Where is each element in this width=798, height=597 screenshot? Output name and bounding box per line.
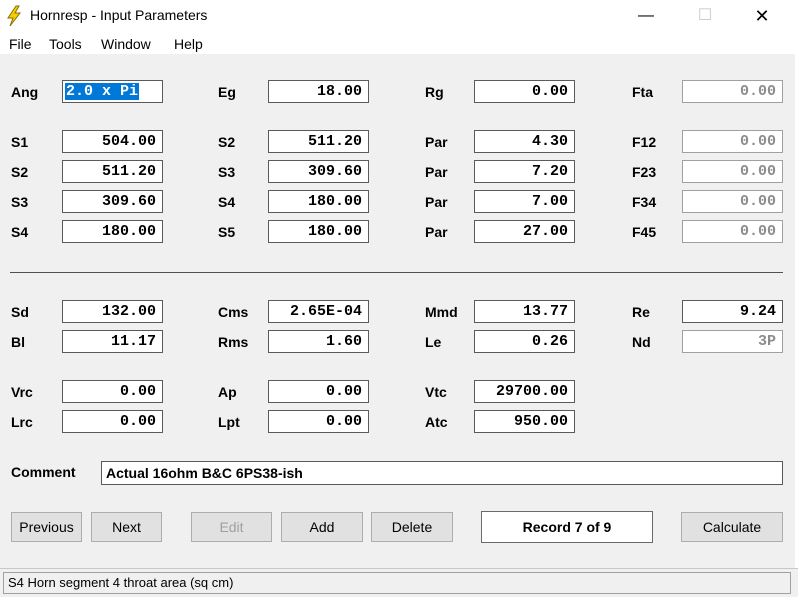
- label-vtc: Vtc: [425, 384, 447, 400]
- field-le[interactable]: 0.26: [474, 330, 575, 353]
- field-nd: 3P: [682, 330, 783, 353]
- label-par-1: Par: [425, 134, 448, 150]
- field-cms[interactable]: 2.65E-04: [268, 300, 369, 323]
- field-f23: 0.00: [682, 160, 783, 183]
- field-mmd[interactable]: 13.77: [474, 300, 575, 323]
- label-f45: F45: [632, 224, 657, 240]
- menu-help[interactable]: Help: [174, 36, 203, 52]
- label-ang: Ang: [11, 84, 39, 100]
- field-bl[interactable]: 11.17: [62, 330, 163, 353]
- next-button[interactable]: Next: [91, 512, 162, 542]
- field-s4[interactable]: 180.00: [62, 220, 163, 243]
- label-s5: S5: [218, 224, 236, 240]
- input-parameters-panel: Ang 2.0 x Pi Eg 18.00 Rg 0.00 Fta 0.00 S…: [0, 54, 795, 568]
- field-s3-end[interactable]: 309.60: [268, 160, 369, 183]
- label-s2: S2: [11, 164, 29, 180]
- status-bar: S4 Horn segment 4 throat area (sq cm): [0, 568, 798, 597]
- minimize-icon[interactable]: —: [617, 0, 675, 32]
- label-comment: Comment: [11, 464, 76, 480]
- field-sd[interactable]: 132.00: [62, 300, 163, 323]
- field-s5[interactable]: 180.00: [268, 220, 369, 243]
- label-vrc: Vrc: [11, 384, 33, 400]
- label-rg: Rg: [425, 84, 444, 100]
- field-s2-end[interactable]: 511.20: [268, 130, 369, 153]
- field-ang[interactable]: 2.0 x Pi: [62, 80, 163, 103]
- edit-button: Edit: [191, 512, 272, 542]
- field-par-2[interactable]: 7.20: [474, 160, 575, 183]
- field-f45: 0.00: [682, 220, 783, 243]
- field-ang-value: 2.0 x Pi: [65, 83, 140, 100]
- label-ap: Ap: [218, 384, 237, 400]
- field-atc[interactable]: 950.00: [474, 410, 575, 433]
- label-s2-end: S2: [218, 134, 236, 150]
- label-f34: F34: [632, 194, 657, 210]
- field-s3[interactable]: 309.60: [62, 190, 163, 213]
- label-s1: S1: [11, 134, 29, 150]
- field-lrc[interactable]: 0.00: [62, 410, 163, 433]
- field-f34: 0.00: [682, 190, 783, 213]
- add-button[interactable]: Add: [281, 512, 363, 542]
- label-rms: Rms: [218, 334, 249, 350]
- divider: [10, 272, 783, 273]
- label-mmd: Mmd: [425, 304, 458, 320]
- field-eg[interactable]: 18.00: [268, 80, 369, 103]
- label-par-4: Par: [425, 224, 448, 240]
- comment-field[interactable]: Actual 16ohm B&C 6PS38-ish: [101, 461, 783, 485]
- label-s4: S4: [11, 224, 29, 240]
- title-bar: Hornresp - Input Parameters — ☐ ✕: [0, 0, 798, 32]
- field-vtc[interactable]: 29700.00: [474, 380, 575, 403]
- label-f23: F23: [632, 164, 657, 180]
- field-f12: 0.00: [682, 130, 783, 153]
- record-indicator: Record 7 of 9: [481, 511, 653, 543]
- lightning-bolt-icon: [7, 5, 22, 27]
- close-icon[interactable]: ✕: [733, 0, 791, 32]
- label-re: Re: [632, 304, 650, 320]
- label-par-3: Par: [425, 194, 448, 210]
- label-par-2: Par: [425, 164, 448, 180]
- label-fta: Fta: [632, 84, 653, 100]
- label-le: Le: [425, 334, 442, 350]
- field-lpt[interactable]: 0.00: [268, 410, 369, 433]
- field-re[interactable]: 9.24: [682, 300, 783, 323]
- label-lrc: Lrc: [11, 414, 33, 430]
- label-s3: S3: [11, 194, 29, 210]
- label-eg: Eg: [218, 84, 236, 100]
- label-f12: F12: [632, 134, 657, 150]
- status-text: S4 Horn segment 4 throat area (sq cm): [3, 572, 791, 594]
- field-par-4[interactable]: 27.00: [474, 220, 575, 243]
- menu-bar: File Tools Window Help: [0, 32, 798, 54]
- label-sd: Sd: [11, 304, 29, 320]
- field-par-3[interactable]: 7.00: [474, 190, 575, 213]
- field-par-1[interactable]: 4.30: [474, 130, 575, 153]
- label-atc: Atc: [425, 414, 448, 430]
- field-vrc[interactable]: 0.00: [62, 380, 163, 403]
- menu-window[interactable]: Window: [101, 36, 151, 52]
- field-s1[interactable]: 504.00: [62, 130, 163, 153]
- window-title: Hornresp - Input Parameters: [30, 7, 208, 23]
- previous-button[interactable]: Previous: [11, 512, 82, 542]
- field-rms[interactable]: 1.60: [268, 330, 369, 353]
- label-bl: Bl: [11, 334, 25, 350]
- label-s4-end: S4: [218, 194, 236, 210]
- field-ap[interactable]: 0.00: [268, 380, 369, 403]
- maximize-icon[interactable]: ☐: [676, 0, 734, 32]
- field-fta: 0.00: [682, 80, 783, 103]
- menu-file[interactable]: File: [9, 36, 32, 52]
- field-s2[interactable]: 511.20: [62, 160, 163, 183]
- menu-tools[interactable]: Tools: [49, 36, 82, 52]
- label-s3-end: S3: [218, 164, 236, 180]
- calculate-button[interactable]: Calculate: [681, 512, 783, 542]
- field-rg[interactable]: 0.00: [474, 80, 575, 103]
- label-nd: Nd: [632, 334, 651, 350]
- delete-button[interactable]: Delete: [371, 512, 453, 542]
- label-cms: Cms: [218, 304, 249, 320]
- field-s4-end[interactable]: 180.00: [268, 190, 369, 213]
- label-lpt: Lpt: [218, 414, 240, 430]
